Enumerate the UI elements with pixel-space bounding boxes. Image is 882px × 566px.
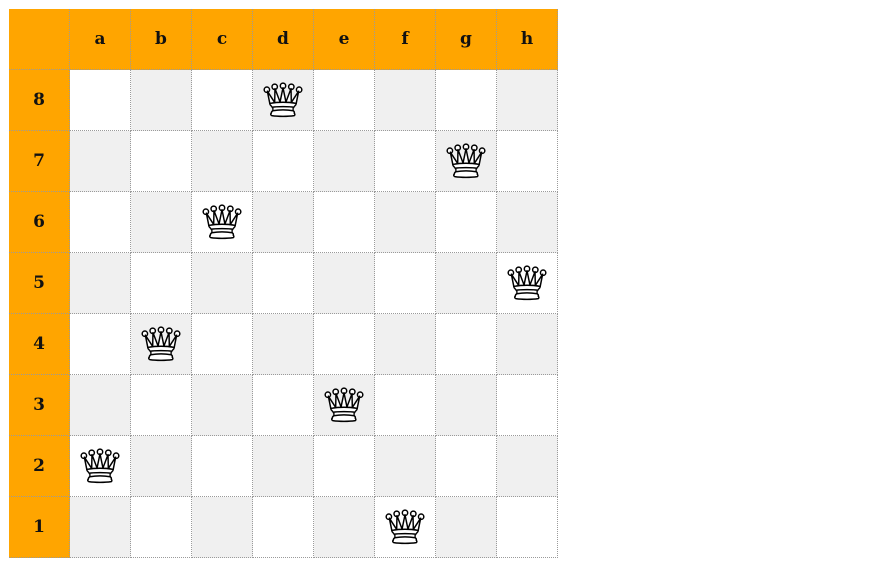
file-label-d: d <box>253 9 314 70</box>
file-label-c: c <box>192 9 253 70</box>
white-queen-icon[interactable] <box>78 444 122 488</box>
rank-label-7: 7 <box>9 131 70 192</box>
square-d4[interactable] <box>253 314 314 375</box>
square-d6[interactable] <box>253 192 314 253</box>
square-h4[interactable] <box>497 314 558 375</box>
square-h1[interactable] <box>497 497 558 558</box>
white-queen-icon[interactable] <box>200 200 244 244</box>
square-b7[interactable] <box>131 131 192 192</box>
square-d7[interactable] <box>253 131 314 192</box>
file-label-h: h <box>497 9 558 70</box>
square-a4[interactable] <box>70 314 131 375</box>
square-a1[interactable] <box>70 497 131 558</box>
rank-label-4: 4 <box>9 314 70 375</box>
square-b4[interactable] <box>131 314 192 375</box>
rank-label-2: 2 <box>9 436 70 497</box>
square-e1[interactable] <box>314 497 375 558</box>
square-b2[interactable] <box>131 436 192 497</box>
white-queen-icon[interactable] <box>139 322 183 366</box>
square-e8[interactable] <box>314 70 375 131</box>
square-d1[interactable] <box>253 497 314 558</box>
square-c6[interactable] <box>192 192 253 253</box>
square-e2[interactable] <box>314 436 375 497</box>
square-g1[interactable] <box>436 497 497 558</box>
square-b3[interactable] <box>131 375 192 436</box>
square-h6[interactable] <box>497 192 558 253</box>
square-d2[interactable] <box>253 436 314 497</box>
square-e5[interactable] <box>314 253 375 314</box>
square-g6[interactable] <box>436 192 497 253</box>
square-b1[interactable] <box>131 497 192 558</box>
square-g3[interactable] <box>436 375 497 436</box>
square-c2[interactable] <box>192 436 253 497</box>
square-h8[interactable] <box>497 70 558 131</box>
square-g5[interactable] <box>436 253 497 314</box>
square-h7[interactable] <box>497 131 558 192</box>
white-queen-icon[interactable] <box>444 139 488 183</box>
square-g8[interactable] <box>436 70 497 131</box>
square-d3[interactable] <box>253 375 314 436</box>
white-queen-icon[interactable] <box>322 383 366 427</box>
square-d5[interactable] <box>253 253 314 314</box>
square-e4[interactable] <box>314 314 375 375</box>
square-g2[interactable] <box>436 436 497 497</box>
file-label-b: b <box>131 9 192 70</box>
rank-label-1: 1 <box>9 497 70 558</box>
file-label-g: g <box>436 9 497 70</box>
file-label-a: a <box>70 9 131 70</box>
white-queen-icon[interactable] <box>261 78 305 122</box>
square-f4[interactable] <box>375 314 436 375</box>
square-f8[interactable] <box>375 70 436 131</box>
square-a6[interactable] <box>70 192 131 253</box>
square-f7[interactable] <box>375 131 436 192</box>
square-e3[interactable] <box>314 375 375 436</box>
white-queen-icon[interactable] <box>505 261 549 305</box>
board-corner <box>9 9 70 70</box>
square-a8[interactable] <box>70 70 131 131</box>
file-label-f: f <box>375 9 436 70</box>
square-a2[interactable] <box>70 436 131 497</box>
rank-label-5: 5 <box>9 253 70 314</box>
square-b6[interactable] <box>131 192 192 253</box>
square-e6[interactable] <box>314 192 375 253</box>
rank-label-8: 8 <box>9 70 70 131</box>
white-queen-icon[interactable] <box>383 505 427 549</box>
square-c8[interactable] <box>192 70 253 131</box>
square-h2[interactable] <box>497 436 558 497</box>
square-a5[interactable] <box>70 253 131 314</box>
square-f1[interactable] <box>375 497 436 558</box>
file-label-e: e <box>314 9 375 70</box>
square-f5[interactable] <box>375 253 436 314</box>
square-c3[interactable] <box>192 375 253 436</box>
square-e7[interactable] <box>314 131 375 192</box>
square-c7[interactable] <box>192 131 253 192</box>
square-c5[interactable] <box>192 253 253 314</box>
square-b5[interactable] <box>131 253 192 314</box>
square-g4[interactable] <box>436 314 497 375</box>
square-a7[interactable] <box>70 131 131 192</box>
rank-label-6: 6 <box>9 192 70 253</box>
chess-board: abcdefgh 87654321 <box>9 9 558 558</box>
square-a3[interactable] <box>70 375 131 436</box>
square-f6[interactable] <box>375 192 436 253</box>
square-h3[interactable] <box>497 375 558 436</box>
square-c1[interactable] <box>192 497 253 558</box>
square-f3[interactable] <box>375 375 436 436</box>
square-b8[interactable] <box>131 70 192 131</box>
square-f2[interactable] <box>375 436 436 497</box>
square-g7[interactable] <box>436 131 497 192</box>
square-h5[interactable] <box>497 253 558 314</box>
rank-label-3: 3 <box>9 375 70 436</box>
square-c4[interactable] <box>192 314 253 375</box>
square-d8[interactable] <box>253 70 314 131</box>
